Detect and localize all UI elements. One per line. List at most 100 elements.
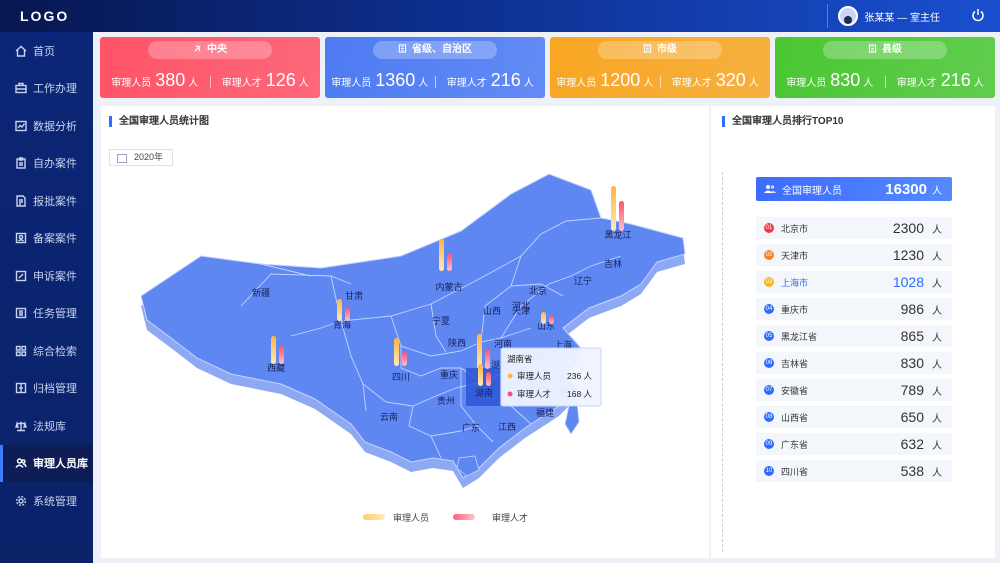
sidebar-item-label: 申诉案件 xyxy=(33,270,77,283)
ranking-panel-title: 全国审理人员排行TOP10 xyxy=(722,116,844,127)
ranking-row[interactable]: 05 黑龙江省 865 人 xyxy=(756,325,952,347)
rank-unit: 人 xyxy=(932,413,942,425)
rank-badge: 01 xyxy=(764,223,774,233)
sidebar-item-3[interactable]: 自办案件 xyxy=(0,145,93,183)
ranking-row[interactable]: 04 重庆市 986 人 xyxy=(756,298,952,320)
summary-card-0[interactable]: 中央 审理人员 380 人审理人才 126 人 xyxy=(100,37,320,98)
sidebar-item-1[interactable]: 工作办理 xyxy=(0,70,93,108)
ranking-row[interactable]: 07 安徽省 789 人 xyxy=(756,379,952,401)
legend-label-talent: 审理人才 xyxy=(492,512,528,523)
emblem-icon xyxy=(194,45,201,52)
user-profile[interactable]: 张某某 — 室主任 xyxy=(827,4,940,28)
sidebar-item-8[interactable]: 综合检索 xyxy=(0,332,93,370)
card-talent-label: 审理人才 xyxy=(896,78,937,89)
building-icon xyxy=(398,44,407,53)
rank-unit: 人 xyxy=(932,305,942,317)
map-label: 云南 xyxy=(380,411,398,422)
sidebar-item-7[interactable]: 任务管理 xyxy=(0,295,93,333)
sidebar-item-11[interactable]: 审理人员库 xyxy=(0,444,93,482)
ranking-row[interactable]: 10 四川省 538 人 xyxy=(756,460,952,482)
rank-name: 天津市 xyxy=(781,250,809,261)
legend-swatch-staff xyxy=(363,514,385,520)
sidebar-item-10[interactable]: 法规库 xyxy=(0,407,93,445)
rank-name: 黑龙江省 xyxy=(781,331,818,342)
sidebar-item-label: 系统管理 xyxy=(33,495,77,508)
ranking-row[interactable]: 01 北京市 2300 人 xyxy=(756,217,952,239)
sidebar-item-label: 备案案件 xyxy=(33,233,77,246)
card-talent-label: 审理人才 xyxy=(221,78,262,89)
total-staff-unit: 人 xyxy=(932,185,942,197)
map-label: 河南 xyxy=(494,338,512,349)
staff-pillar xyxy=(611,186,616,231)
card-title: 县级 xyxy=(823,41,947,59)
tooltip-row1-label: 审理人员 xyxy=(517,371,551,381)
rank-value: 2300 xyxy=(892,220,924,236)
map-label: 天津 xyxy=(512,306,530,316)
sidebar-item-9[interactable]: 归档管理 xyxy=(0,370,93,408)
rank-name: 四川省 xyxy=(781,466,809,477)
sidebar-item-label: 归档管理 xyxy=(33,383,77,396)
map-label: 重庆 xyxy=(440,369,458,380)
legend-swatch-talent xyxy=(453,514,475,520)
rank-value: 632 xyxy=(900,436,924,452)
rank-badge: 08 xyxy=(764,412,774,422)
card-staff-label: 审理人员 xyxy=(111,78,152,89)
map-label: 四川 xyxy=(392,372,410,382)
ranking-row[interactable]: 02 天津市 1230 人 xyxy=(756,244,952,266)
staff-pillar xyxy=(394,338,399,366)
card-talent-label: 审理人才 xyxy=(446,78,487,89)
map-label: 山西 xyxy=(483,306,501,316)
talent-pillar xyxy=(447,253,452,271)
sidebar-item-4[interactable]: 报批案件 xyxy=(0,182,93,220)
logo: LOGO xyxy=(20,8,70,24)
card-staff-value: 1360 xyxy=(375,70,416,90)
gear-icon xyxy=(15,495,27,506)
staff-pillar xyxy=(478,364,483,386)
archive-icon xyxy=(15,383,27,394)
building-icon xyxy=(868,44,877,53)
sidebar-item-2[interactable]: 数据分析 xyxy=(0,107,93,145)
avatar[interactable] xyxy=(838,6,859,26)
summary-card-1[interactable]: 省级、自治区 审理人员 1360 人审理人才 216 人 xyxy=(325,37,545,98)
talent-pillar xyxy=(549,316,554,324)
china-mainland[interactable] xyxy=(140,173,686,479)
sidebar-item-label: 综合检索 xyxy=(33,345,77,358)
summary-card-2[interactable]: 市级 审理人员 1200 人审理人才 320 人 xyxy=(550,37,770,98)
user-name: 张某某 — 室主任 xyxy=(864,12,940,24)
divider xyxy=(722,172,723,552)
scale-icon xyxy=(15,420,27,431)
rank-value: 789 xyxy=(900,382,924,398)
card-title: 省级、自治区 xyxy=(373,41,497,59)
card-title: 中央 xyxy=(148,41,272,59)
ranking-row[interactable]: 08 山西省 650 人 xyxy=(756,406,952,428)
ranking-row[interactable]: 06 吉林省 830 人 xyxy=(756,352,952,374)
list-icon xyxy=(15,308,27,319)
edit-icon xyxy=(15,270,27,281)
summary-card-3[interactable]: 县级 审理人员 830 人审理人才 216 人 xyxy=(775,37,995,98)
ranking-row[interactable]: 09 广东省 632 人 xyxy=(756,433,952,455)
card-staff-value: 1200 xyxy=(600,70,641,90)
china-map[interactable]: 新疆西藏甘肃青海内蒙古宁夏陕西山西 河北北京天津山东辽宁吉林黑龙江河南湖北四川 重庆… xyxy=(101,106,709,558)
chart-icon xyxy=(15,120,27,131)
rank-value: 1230 xyxy=(892,247,924,263)
sidebar-item-12[interactable]: 系统管理 xyxy=(0,482,93,520)
rank-badge: 04 xyxy=(764,304,774,314)
rank-badge: 05 xyxy=(764,331,774,341)
card-talent-value: 216 xyxy=(940,70,971,90)
card-talent-value: 320 xyxy=(715,70,746,90)
rank-name: 山西省 xyxy=(781,412,809,423)
rank-badge: 10 xyxy=(764,466,774,476)
talent-pillar xyxy=(485,349,490,369)
rank-unit: 人 xyxy=(932,359,942,371)
sidebar-item-0[interactable]: 首页 xyxy=(0,32,93,70)
total-staff-value: 16300 xyxy=(885,180,927,198)
user-group-icon xyxy=(15,458,27,469)
power-icon[interactable] xyxy=(970,8,984,22)
sidebar-item-6[interactable]: 申诉案件 xyxy=(0,257,93,295)
sidebar-item-5[interactable]: 备案案件 xyxy=(0,220,93,258)
ranking-row[interactable]: 03 上海市 1028 人 xyxy=(756,271,952,293)
talent-pillar xyxy=(345,307,350,321)
map-label: 黑龙江 xyxy=(604,229,631,240)
rank-unit: 人 xyxy=(932,278,942,290)
card-unit: 人 xyxy=(523,78,534,89)
